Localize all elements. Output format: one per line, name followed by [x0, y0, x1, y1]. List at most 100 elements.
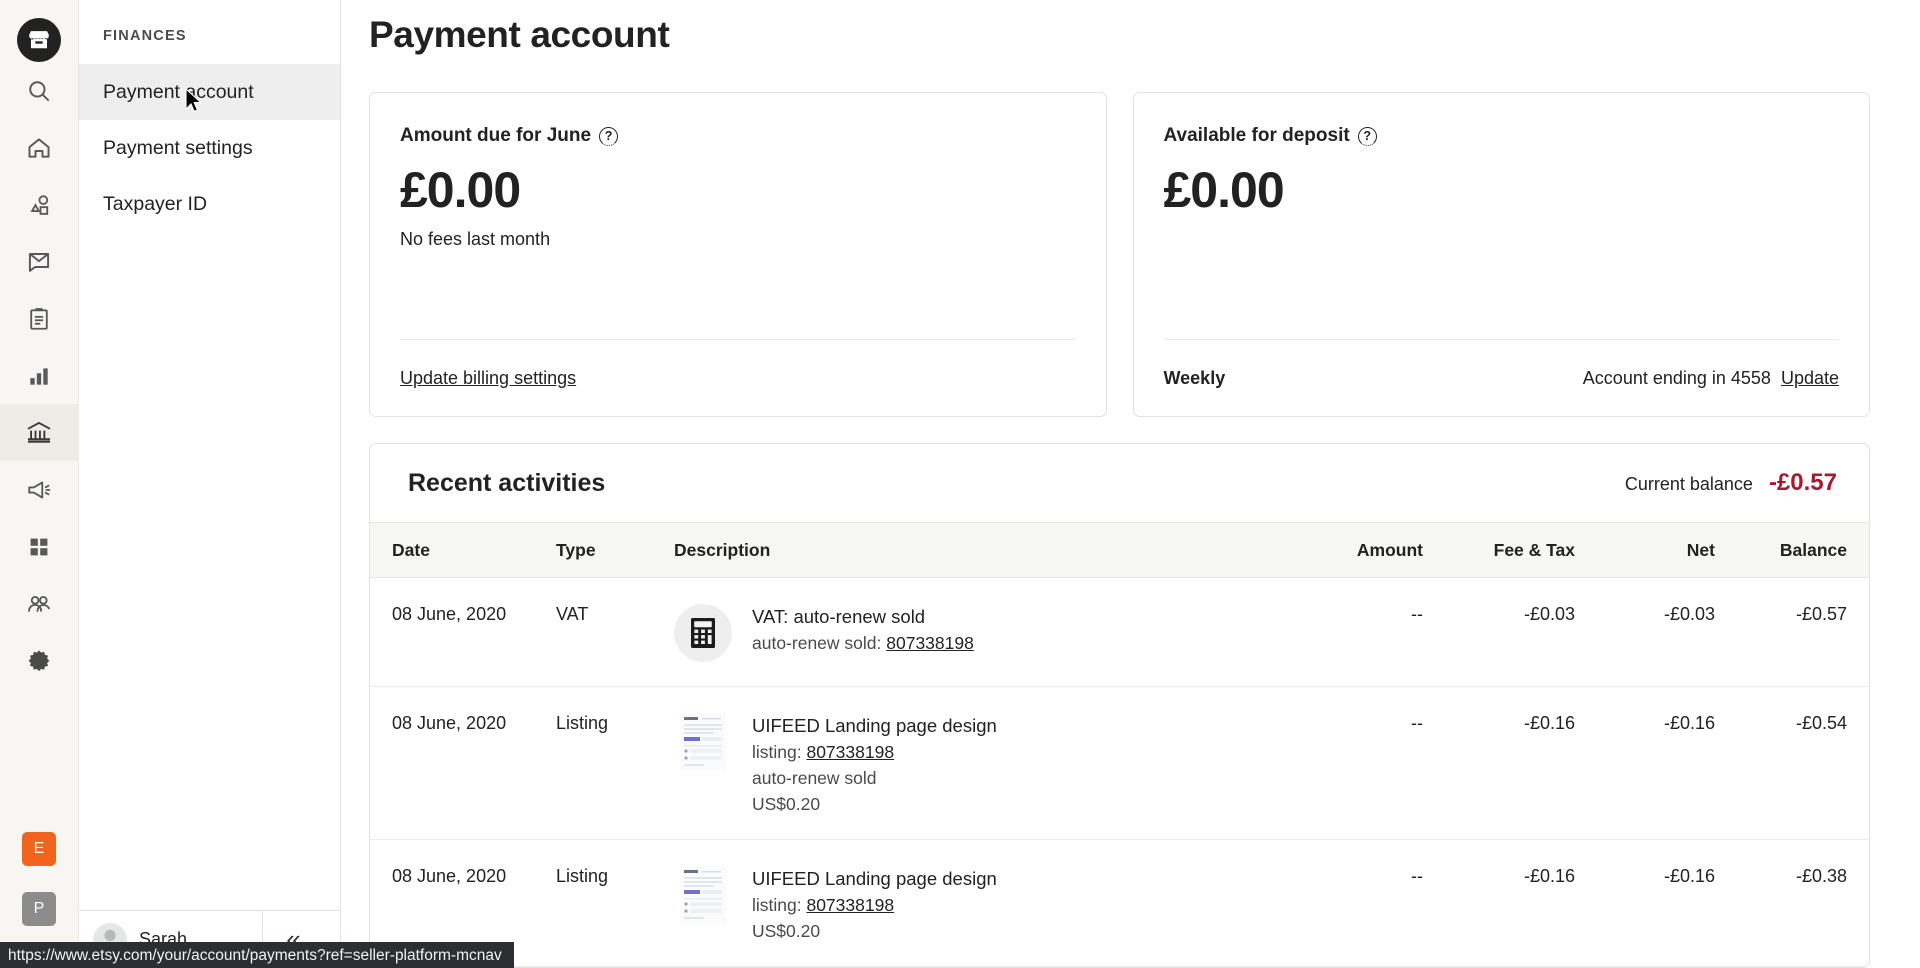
messages-icon[interactable] — [0, 233, 79, 290]
current-balance-value: -£0.57 — [1768, 469, 1837, 496]
pattern-badge[interactable]: P — [22, 892, 56, 926]
available-deposit-footer: Weekly Account ending in 4558 Update — [1164, 340, 1840, 416]
mouse-cursor — [185, 87, 205, 119]
listing-id-link[interactable]: 807338198 — [886, 633, 974, 653]
sidebar-item-label: Payment settings — [103, 136, 253, 159]
cell-description: VAT: auto-renew sold auto-renew sold: 807… — [674, 577, 1307, 687]
cell-amount: -- — [1307, 686, 1437, 840]
column-header-type: Type — [556, 522, 674, 578]
description-extra: US$0.20 — [752, 921, 821, 941]
recent-activities-title: Recent activities — [408, 468, 606, 497]
settings-icon[interactable] — [0, 632, 79, 689]
calculator-icon — [674, 604, 732, 662]
etsy-badge[interactable]: E — [22, 832, 56, 866]
description-extra: US$0.20 — [752, 794, 821, 814]
amount-due-label: Amount due for June ? — [400, 125, 1076, 147]
cell-fee-tax: -£0.16 — [1437, 839, 1587, 967]
cell-date: 08 June, 2020 — [370, 686, 556, 840]
content-area: Amount due for June ? £0.00 No fees last… — [341, 56, 1920, 968]
sidebar-item-taxpayer-id[interactable]: Taxpayer ID — [79, 176, 340, 232]
listings-icon[interactable] — [0, 176, 79, 233]
current-balance: Current balance -£0.57 — [1625, 469, 1837, 497]
available-deposit-label-text: Available for deposit — [1163, 125, 1350, 146]
update-billing-settings-link[interactable]: Update billing settings — [400, 368, 576, 389]
column-header-net: Net — [1587, 522, 1727, 578]
icon-rail: E P — [0, 0, 79, 968]
help-icon[interactable]: ? — [1357, 126, 1377, 146]
deposit-account-info: Account ending in 4558 Update — [1583, 368, 1839, 389]
cell-amount: -- — [1307, 577, 1437, 687]
column-header-balance: Balance — [1727, 522, 1869, 578]
page-title: Payment account — [369, 14, 670, 55]
recent-activities-header: Recent activities Current balance -£0.57 — [370, 444, 1869, 522]
cell-type: Listing — [556, 839, 674, 967]
sidebar-item-label: Taxpayer ID — [103, 192, 208, 215]
search-icon[interactable] — [0, 62, 79, 119]
sidebar-nav: FINANCES Payment account Payment setting… — [79, 0, 341, 968]
amount-due-value: £0.00 — [400, 162, 521, 218]
table-row: 08 June, 2020 Listing UIFEED Landing page … — [370, 686, 1869, 840]
activities-table-body: 08 June, 2020 VAT VAT: auto-renew sold auto… — [370, 577, 1869, 967]
cell-net: -£0.03 — [1587, 577, 1727, 687]
cell-net: -£0.16 — [1587, 686, 1727, 840]
cell-type: Listing — [556, 686, 674, 840]
description-reference: listing: 807338198 — [752, 895, 895, 915]
amount-due-subtitle: No fees last month — [400, 228, 551, 249]
stats-icon[interactable] — [0, 347, 79, 404]
cell-balance: -£0.38 — [1727, 839, 1869, 967]
cell-balance: -£0.57 — [1727, 577, 1869, 687]
help-icon[interactable]: ? — [599, 126, 619, 146]
cell-amount: -- — [1307, 839, 1437, 967]
available-deposit-card: Available for deposit ? £0.00 Weekly Acc… — [1132, 92, 1870, 417]
sidebar-item-payment-account[interactable]: Payment account — [79, 64, 340, 120]
orders-icon[interactable] — [0, 290, 79, 347]
available-deposit-label: Available for deposit ? — [1164, 125, 1840, 147]
status-bar-url: https://www.etsy.com/your/account/paymen… — [0, 942, 514, 968]
community-icon[interactable] — [0, 575, 79, 632]
home-icon[interactable] — [0, 119, 79, 176]
table-row: 08 June, 2020 Listing UIFEED Landing page … — [370, 839, 1869, 967]
deposit-schedule: Weekly — [1163, 367, 1226, 388]
cell-net: -£0.16 — [1587, 839, 1727, 967]
amount-due-label-text: Amount due for June — [400, 125, 592, 146]
shop-logo[interactable] — [17, 18, 61, 62]
listing-id-link[interactable]: 807338198 — [806, 742, 894, 762]
cell-fee-tax: -£0.16 — [1437, 686, 1587, 840]
apps-icon[interactable] — [0, 518, 79, 575]
description-reference: auto-renew sold: 807338198 — [752, 633, 974, 653]
description-title: UIFEED Landing page design — [752, 715, 997, 736]
main-content: Payment account Amount due for June ? £0… — [341, 0, 1920, 968]
listing-id-link[interactable]: 807338198 — [806, 895, 894, 915]
cell-type: VAT — [556, 577, 674, 687]
activities-table-head: Date Type Description Amount Fee & Tax N… — [370, 522, 1869, 578]
sidebar-item-label: Payment account — [103, 80, 254, 103]
finances-icon[interactable] — [0, 404, 79, 461]
amount-due-card: Amount due for June ? £0.00 No fees last… — [369, 92, 1107, 417]
sidebar-item-payment-settings[interactable]: Payment settings — [79, 120, 340, 176]
activities-table: Date Type Description Amount Fee & Tax N… — [370, 522, 1869, 967]
description-title: UIFEED Landing page design — [752, 868, 997, 889]
table-row: 08 June, 2020 VAT VAT: auto-renew sold auto… — [370, 577, 1869, 687]
sidebar-section-title: FINANCES — [103, 28, 187, 44]
recent-activities-panel: Recent activities Current balance -£0.57… — [369, 443, 1870, 968]
description-extra: auto-renew sold — [752, 768, 877, 788]
description-reference: listing: 807338198 — [752, 742, 895, 762]
app-root: E P FINANCES Payment account Payment set… — [0, 0, 1920, 968]
listing-thumbnail — [674, 713, 732, 771]
column-header-amount: Amount — [1307, 522, 1437, 578]
amount-due-footer: Update billing settings — [400, 340, 1076, 416]
column-header-fee-tax: Fee & Tax — [1437, 522, 1587, 578]
cell-balance: -£0.54 — [1727, 686, 1869, 840]
cell-date: 08 June, 2020 — [370, 577, 556, 687]
available-deposit-value: £0.00 — [1163, 162, 1285, 218]
table-header-row: Date Type Description Amount Fee & Tax N… — [370, 522, 1869, 578]
cell-fee-tax: -£0.03 — [1437, 577, 1587, 687]
cell-description: UIFEED Landing page design listing: 80733… — [674, 839, 1307, 967]
column-header-date: Date — [370, 522, 556, 578]
listing-thumbnail — [674, 866, 732, 924]
cell-description: UIFEED Landing page design listing: 80733… — [674, 686, 1307, 840]
account-ending-text: Account ending in 4558 — [1582, 367, 1771, 388]
marketing-icon[interactable] — [0, 461, 79, 518]
update-account-link[interactable]: Update — [1781, 368, 1839, 389]
